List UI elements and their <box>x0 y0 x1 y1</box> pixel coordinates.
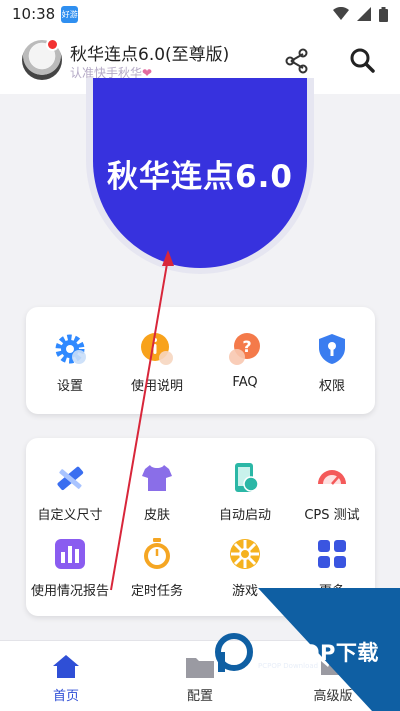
tool-label: 自动启动 <box>218 508 271 523</box>
speedometer-icon <box>318 470 346 485</box>
menu-label: 设置 <box>56 379 83 394</box>
share-icon <box>285 48 308 74</box>
phone-auto-icon <box>235 463 259 492</box>
bar-chart-icon <box>55 539 85 569</box>
menu-label: FAQ <box>232 375 258 390</box>
app-title: 秋华连点6.0(至尊版) <box>70 45 230 65</box>
menu-item-permissions[interactable]: 权限 <box>288 331 376 394</box>
notification-dot <box>46 38 59 51</box>
shield-key-icon <box>319 334 345 364</box>
status-indicators <box>333 6 388 22</box>
tool-label: 更多 <box>318 584 345 599</box>
hero-text: 秋华连点6.0 <box>107 158 293 195</box>
ruler-pencil-icon <box>57 466 84 491</box>
tool-label: 游戏 <box>231 584 258 599</box>
question-icon: ? <box>229 333 260 365</box>
menu-item-settings[interactable]: 设置 <box>26 331 114 394</box>
tool-item-more[interactable]: 更多 <box>288 536 376 599</box>
nav-label: 配置 <box>186 689 213 704</box>
tool-item-cps-test[interactable]: CPS 测试 <box>288 460 376 523</box>
gear-icon <box>55 334 86 364</box>
tool-item-auto-start[interactable]: 自动启动 <box>201 460 289 523</box>
nav-label: 高级版 <box>313 689 353 704</box>
menu-item-instructions[interactable]: 使用说明 <box>113 331 201 394</box>
battery-icon <box>379 6 388 22</box>
home-icon <box>53 655 79 678</box>
tool-label: 使用情况报告 <box>30 584 109 599</box>
share-button[interactable] <box>282 46 312 76</box>
nav-config[interactable]: 配置 <box>155 653 245 704</box>
menu-item-faq[interactable]: ? FAQ <box>201 331 289 390</box>
stopwatch-icon <box>144 538 170 569</box>
tool-item-scheduled-task[interactable]: 定时任务 <box>113 536 201 599</box>
menu-label: 使用说明 <box>130 379 183 394</box>
tool-label: 自定义尺寸 <box>37 508 103 523</box>
quick-menu-card: 设置 使用说明 ? FAQ 权限 <box>26 307 375 414</box>
tool-label: 皮肤 <box>143 508 170 523</box>
search-button[interactable] <box>346 44 378 76</box>
tshirt-icon <box>142 465 172 491</box>
wifi-icon <box>333 7 349 20</box>
grid-icon <box>318 540 346 568</box>
tool-item-skin[interactable]: 皮肤 <box>113 460 201 523</box>
game-wheel-icon <box>230 539 260 569</box>
tools-card: 自定义尺寸 皮肤 自动启动 CPS 测试 使用情况报告 定时任务 游戏 更多 <box>26 438 375 616</box>
folder-icon <box>186 658 214 678</box>
nav-home[interactable]: 首页 <box>21 653 111 704</box>
tool-label: CPS 测试 <box>304 508 360 523</box>
info-icon <box>141 333 173 365</box>
status-bar: 10:38 好游 <box>0 0 400 28</box>
tool-item-usage-report[interactable]: 使用情况报告 <box>26 536 114 599</box>
tool-label: 定时任务 <box>130 584 183 599</box>
nav-label: 首页 <box>52 689 79 704</box>
status-time: 10:38 <box>12 5 56 23</box>
tool-item-game[interactable]: 游戏 <box>201 536 289 599</box>
tool-item-custom-size[interactable]: 自定义尺寸 <box>26 460 114 523</box>
menu-label: 权限 <box>318 379 345 394</box>
search-icon <box>350 48 375 73</box>
cell-signal-icon <box>357 7 371 21</box>
watermark-subtext: PCPOP Download <box>258 662 319 670</box>
status-app-badge: 好游 <box>61 5 79 23</box>
avatar[interactable] <box>22 38 62 80</box>
